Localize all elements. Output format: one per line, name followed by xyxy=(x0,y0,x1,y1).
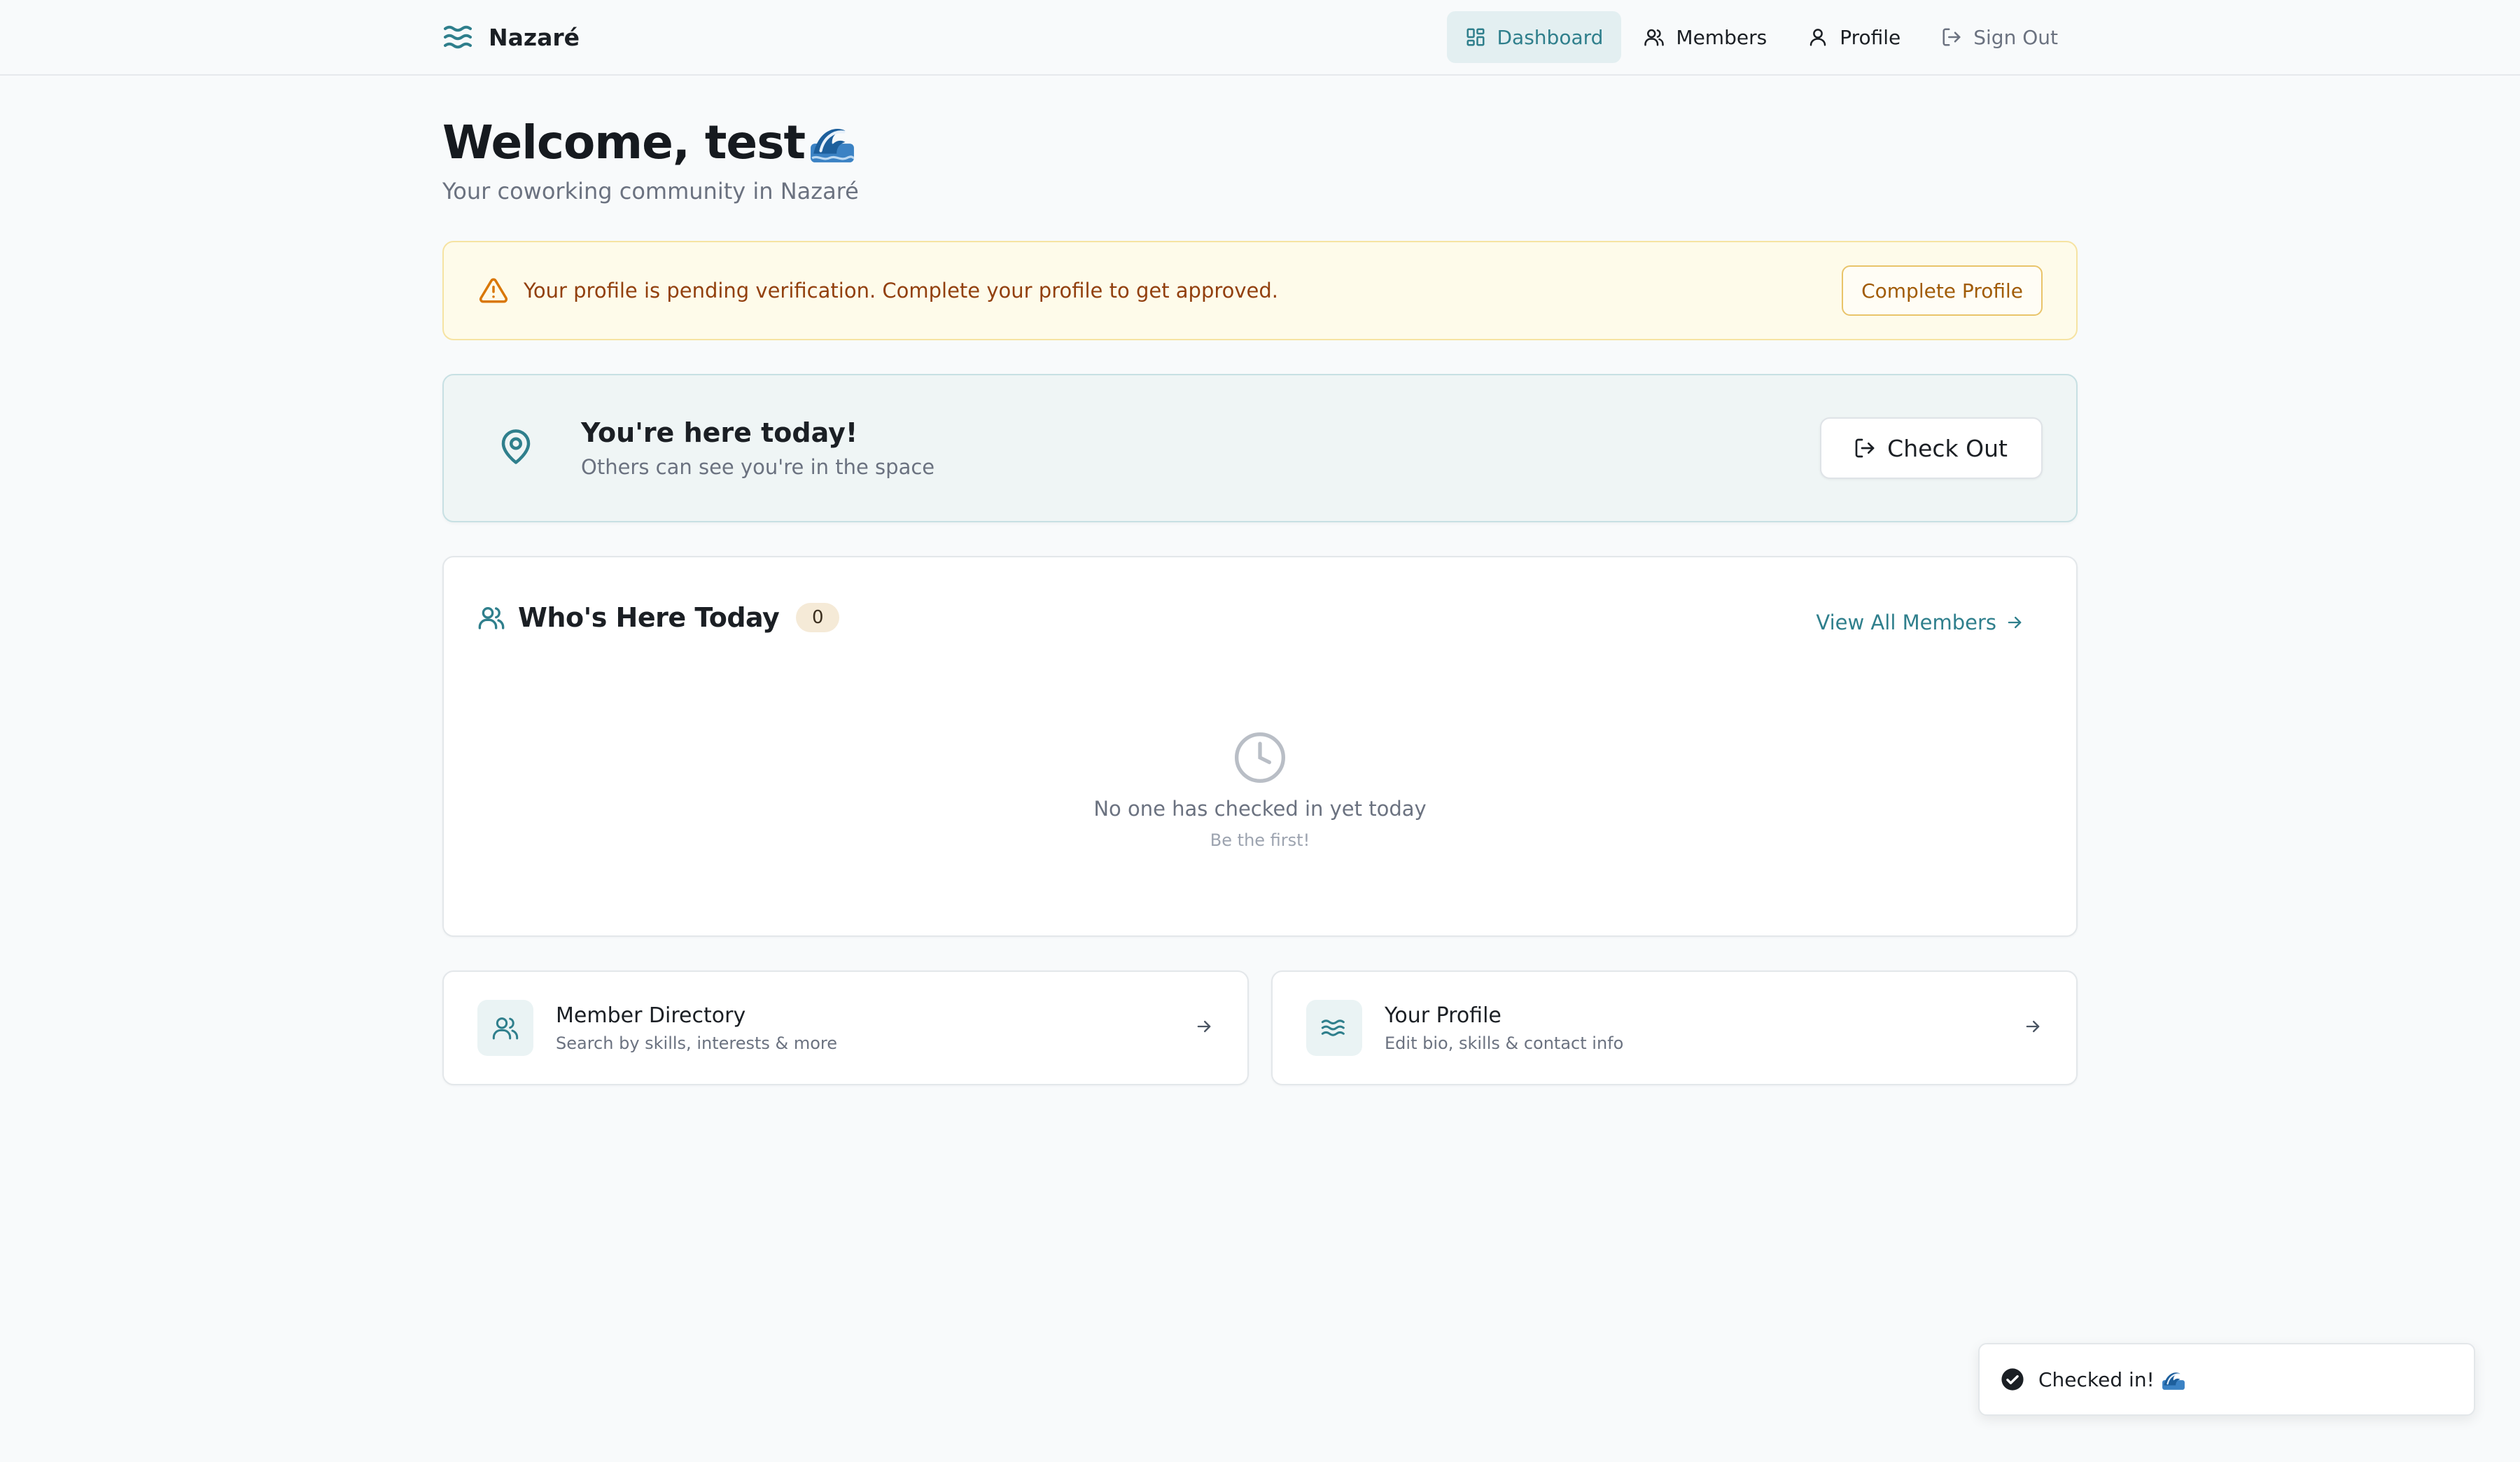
nav-profile[interactable]: Profile xyxy=(1789,11,1919,63)
checkin-subtitle: Others can see you're in the space xyxy=(581,455,935,479)
brand-logo[interactable]: Nazaré xyxy=(442,20,580,55)
users-icon xyxy=(478,607,505,629)
main-nav: Dashboard Members Profile Sign Out xyxy=(1446,11,2077,63)
check-circle-icon xyxy=(2001,1368,2024,1391)
sign-out-icon xyxy=(1942,28,1961,46)
your-profile-title: Your Profile xyxy=(1385,1003,1502,1028)
your-profile-card[interactable]: Your Profile Edit bio, skills & contact … xyxy=(1271,970,2078,1085)
empty-state: No one has checked in yet today Be the f… xyxy=(444,730,2076,850)
profile-icon xyxy=(1809,29,1826,46)
member-directory-text: Member Directory Search by skills, inter… xyxy=(556,1003,1194,1053)
dashboard-main: Welcome, test Your coworking community i… xyxy=(442,76,2078,1085)
arrow-right-icon xyxy=(2026,1020,2040,1033)
view-all-members-link[interactable]: View All Members xyxy=(1816,611,2024,634)
checkin-text: You're here today! Others can see you're… xyxy=(581,417,1820,479)
arrow-right-icon xyxy=(1197,1020,1211,1033)
your-profile-arrow xyxy=(2023,1017,2043,1039)
whos-here-title: Who's Here Today xyxy=(518,602,780,633)
nav-members-label: Members xyxy=(1676,25,1768,49)
member-directory-subtitle: Search by skills, interests & more xyxy=(556,1033,838,1053)
nav-profile-label: Profile xyxy=(1840,25,1901,49)
nav-members[interactable]: Members xyxy=(1625,11,1785,63)
brand-name: Nazaré xyxy=(489,23,580,51)
warning-icon xyxy=(479,278,508,303)
map-pin-wrapper xyxy=(497,428,535,468)
checked-in-toast: Checked in! xyxy=(1978,1343,2475,1416)
your-profile-text: Your Profile Edit bio, skills & contact … xyxy=(1385,1003,2023,1053)
whos-here-today-card: Who's Here Today 0 View All Members No o… xyxy=(442,556,2078,937)
your-profile-icon-box xyxy=(1306,1000,1362,1056)
member-directory-icon-box xyxy=(477,1000,533,1056)
whos-here-header: Who's Here Today 0 xyxy=(477,602,840,633)
dashboard-icon xyxy=(1466,28,1484,46)
empty-state-subtitle: Be the first! xyxy=(1210,830,1310,850)
alert-message: Your profile is pending verification. Co… xyxy=(524,279,1279,302)
nav-sign-out-label: Sign Out xyxy=(1973,25,2058,49)
check-out-icon xyxy=(1855,438,1875,458)
waves-logo-icon xyxy=(444,25,472,49)
page-subtitle: Your coworking community in Nazaré xyxy=(442,178,859,204)
welcome-text: Welcome, test xyxy=(442,115,806,169)
checked-in-count-badge: 0 xyxy=(796,603,840,632)
users-icon xyxy=(492,1017,519,1040)
toast-message-wrapper: Checked in! xyxy=(2038,1367,2185,1391)
member-directory-arrow xyxy=(1194,1017,1214,1039)
quick-links: Member Directory Search by skills, inter… xyxy=(442,970,2078,1085)
complete-profile-button[interactable]: Complete Profile xyxy=(1842,265,2043,316)
check-out-label: Check Out xyxy=(1887,434,2008,462)
verification-alert: Your profile is pending verification. Co… xyxy=(442,241,2078,340)
your-profile-subtitle: Edit bio, skills & contact info xyxy=(1385,1033,1624,1053)
nav-dashboard[interactable]: Dashboard xyxy=(1446,11,1622,63)
top-header: Nazaré Dashboard Members Profile Sign Ou… xyxy=(0,0,2520,76)
checkin-title: You're here today! xyxy=(581,417,858,448)
wave-emoji-icon xyxy=(2162,1372,2185,1390)
map-pin-icon xyxy=(501,429,531,464)
page-title: Welcome, test xyxy=(442,111,2078,174)
checkin-status-card: You're here today! Others can see you're… xyxy=(442,374,2078,522)
wave-emoji-icon xyxy=(811,128,855,162)
nav-dashboard-label: Dashboard xyxy=(1497,25,1604,49)
members-icon xyxy=(1644,29,1665,46)
arrow-right-icon xyxy=(2008,616,2022,629)
clock-icon xyxy=(1235,732,1285,783)
check-out-button[interactable]: Check Out xyxy=(1820,417,2043,479)
waves-icon xyxy=(1321,1019,1345,1036)
empty-state-title: No one has checked in yet today xyxy=(1093,797,1427,821)
toast-message: Checked in! xyxy=(2038,1367,2155,1391)
member-directory-card[interactable]: Member Directory Search by skills, inter… xyxy=(442,970,1249,1085)
nav-sign-out[interactable]: Sign Out xyxy=(1923,11,2076,63)
member-directory-title: Member Directory xyxy=(556,1003,746,1028)
view-all-members-label: View All Members xyxy=(1816,611,1996,634)
